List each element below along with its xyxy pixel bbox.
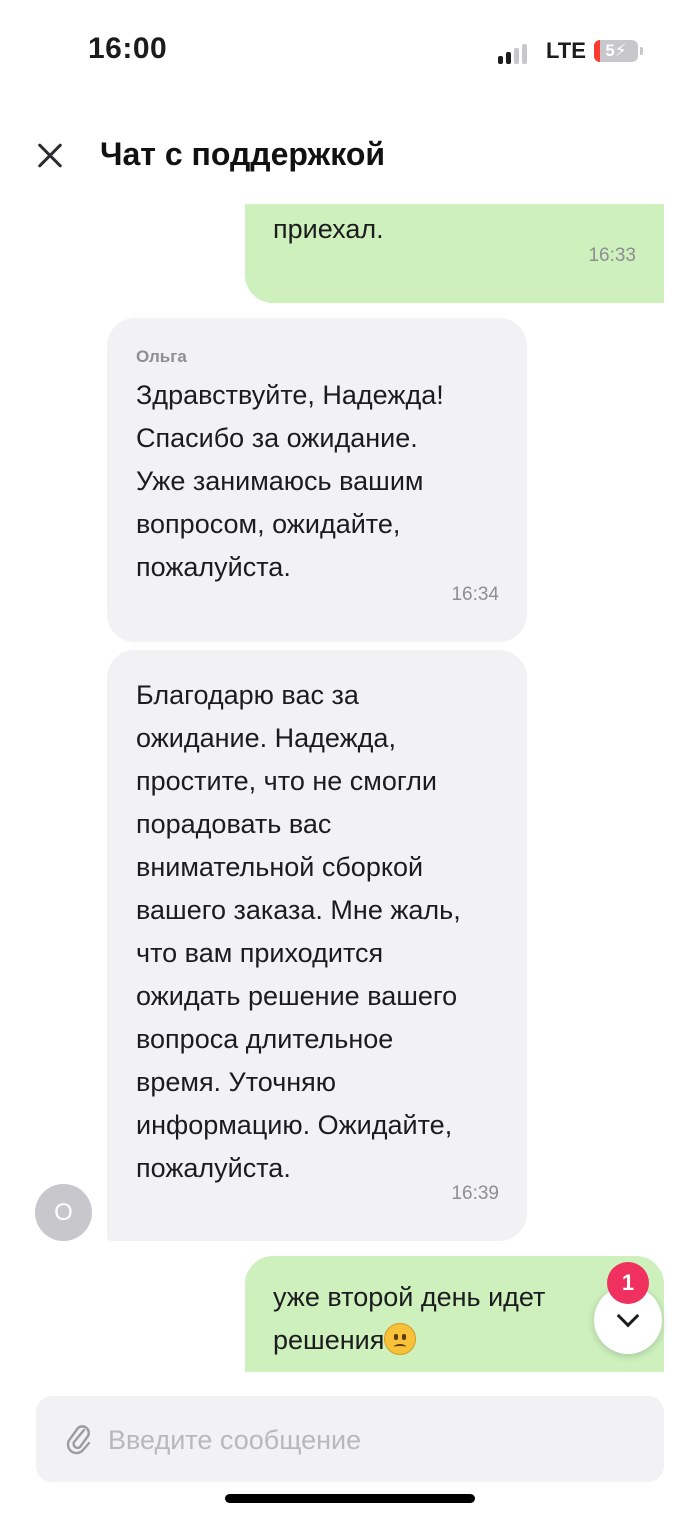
close-icon[interactable] [30, 136, 70, 176]
battery-icon: 5⚡ [594, 40, 638, 62]
status-time: 16:00 [88, 32, 168, 65]
message-time: 16:34 [451, 584, 499, 605]
message-time: 16:39 [451, 1183, 499, 1204]
frowning-face-emoji-icon [384, 1323, 417, 1355]
message-time: 16:33 [588, 245, 636, 266]
battery-tip [640, 47, 643, 55]
network-type: LTE [546, 38, 586, 63]
chat-message-list[interactable]: приехал. 16:33 Ольга Здравствуйте, Надеж… [0, 204, 700, 1372]
message-sender: Ольга [136, 347, 187, 366]
battery-level: 5 [605, 41, 615, 60]
message-text: приехал. [273, 214, 384, 244]
message-composer [36, 1396, 664, 1482]
message-text: Благодарю вас за ожидание. Надежда, прос… [136, 680, 461, 1183]
page-title: Чат с поддержкой [100, 136, 386, 172]
message-input[interactable] [106, 1414, 640, 1466]
message-text: Здравствуйте, Надежда! Спасибо за ожидан… [136, 380, 444, 582]
home-indicator [225, 1494, 475, 1503]
unread-count-badge: 1 [607, 1262, 649, 1304]
message-incoming[interactable]: Ольга Здравствуйте, Надежда! Спасибо за … [107, 318, 527, 642]
signal-icon [498, 42, 532, 64]
chevron-down-icon [616, 1304, 640, 1328]
message-outgoing[interactable]: приехал. 16:33 [245, 204, 664, 303]
avatar: О [35, 1184, 92, 1241]
paperclip-icon[interactable] [66, 1422, 92, 1456]
message-incoming[interactable]: Благодарю вас за ожидание. Надежда, прос… [107, 650, 527, 1241]
